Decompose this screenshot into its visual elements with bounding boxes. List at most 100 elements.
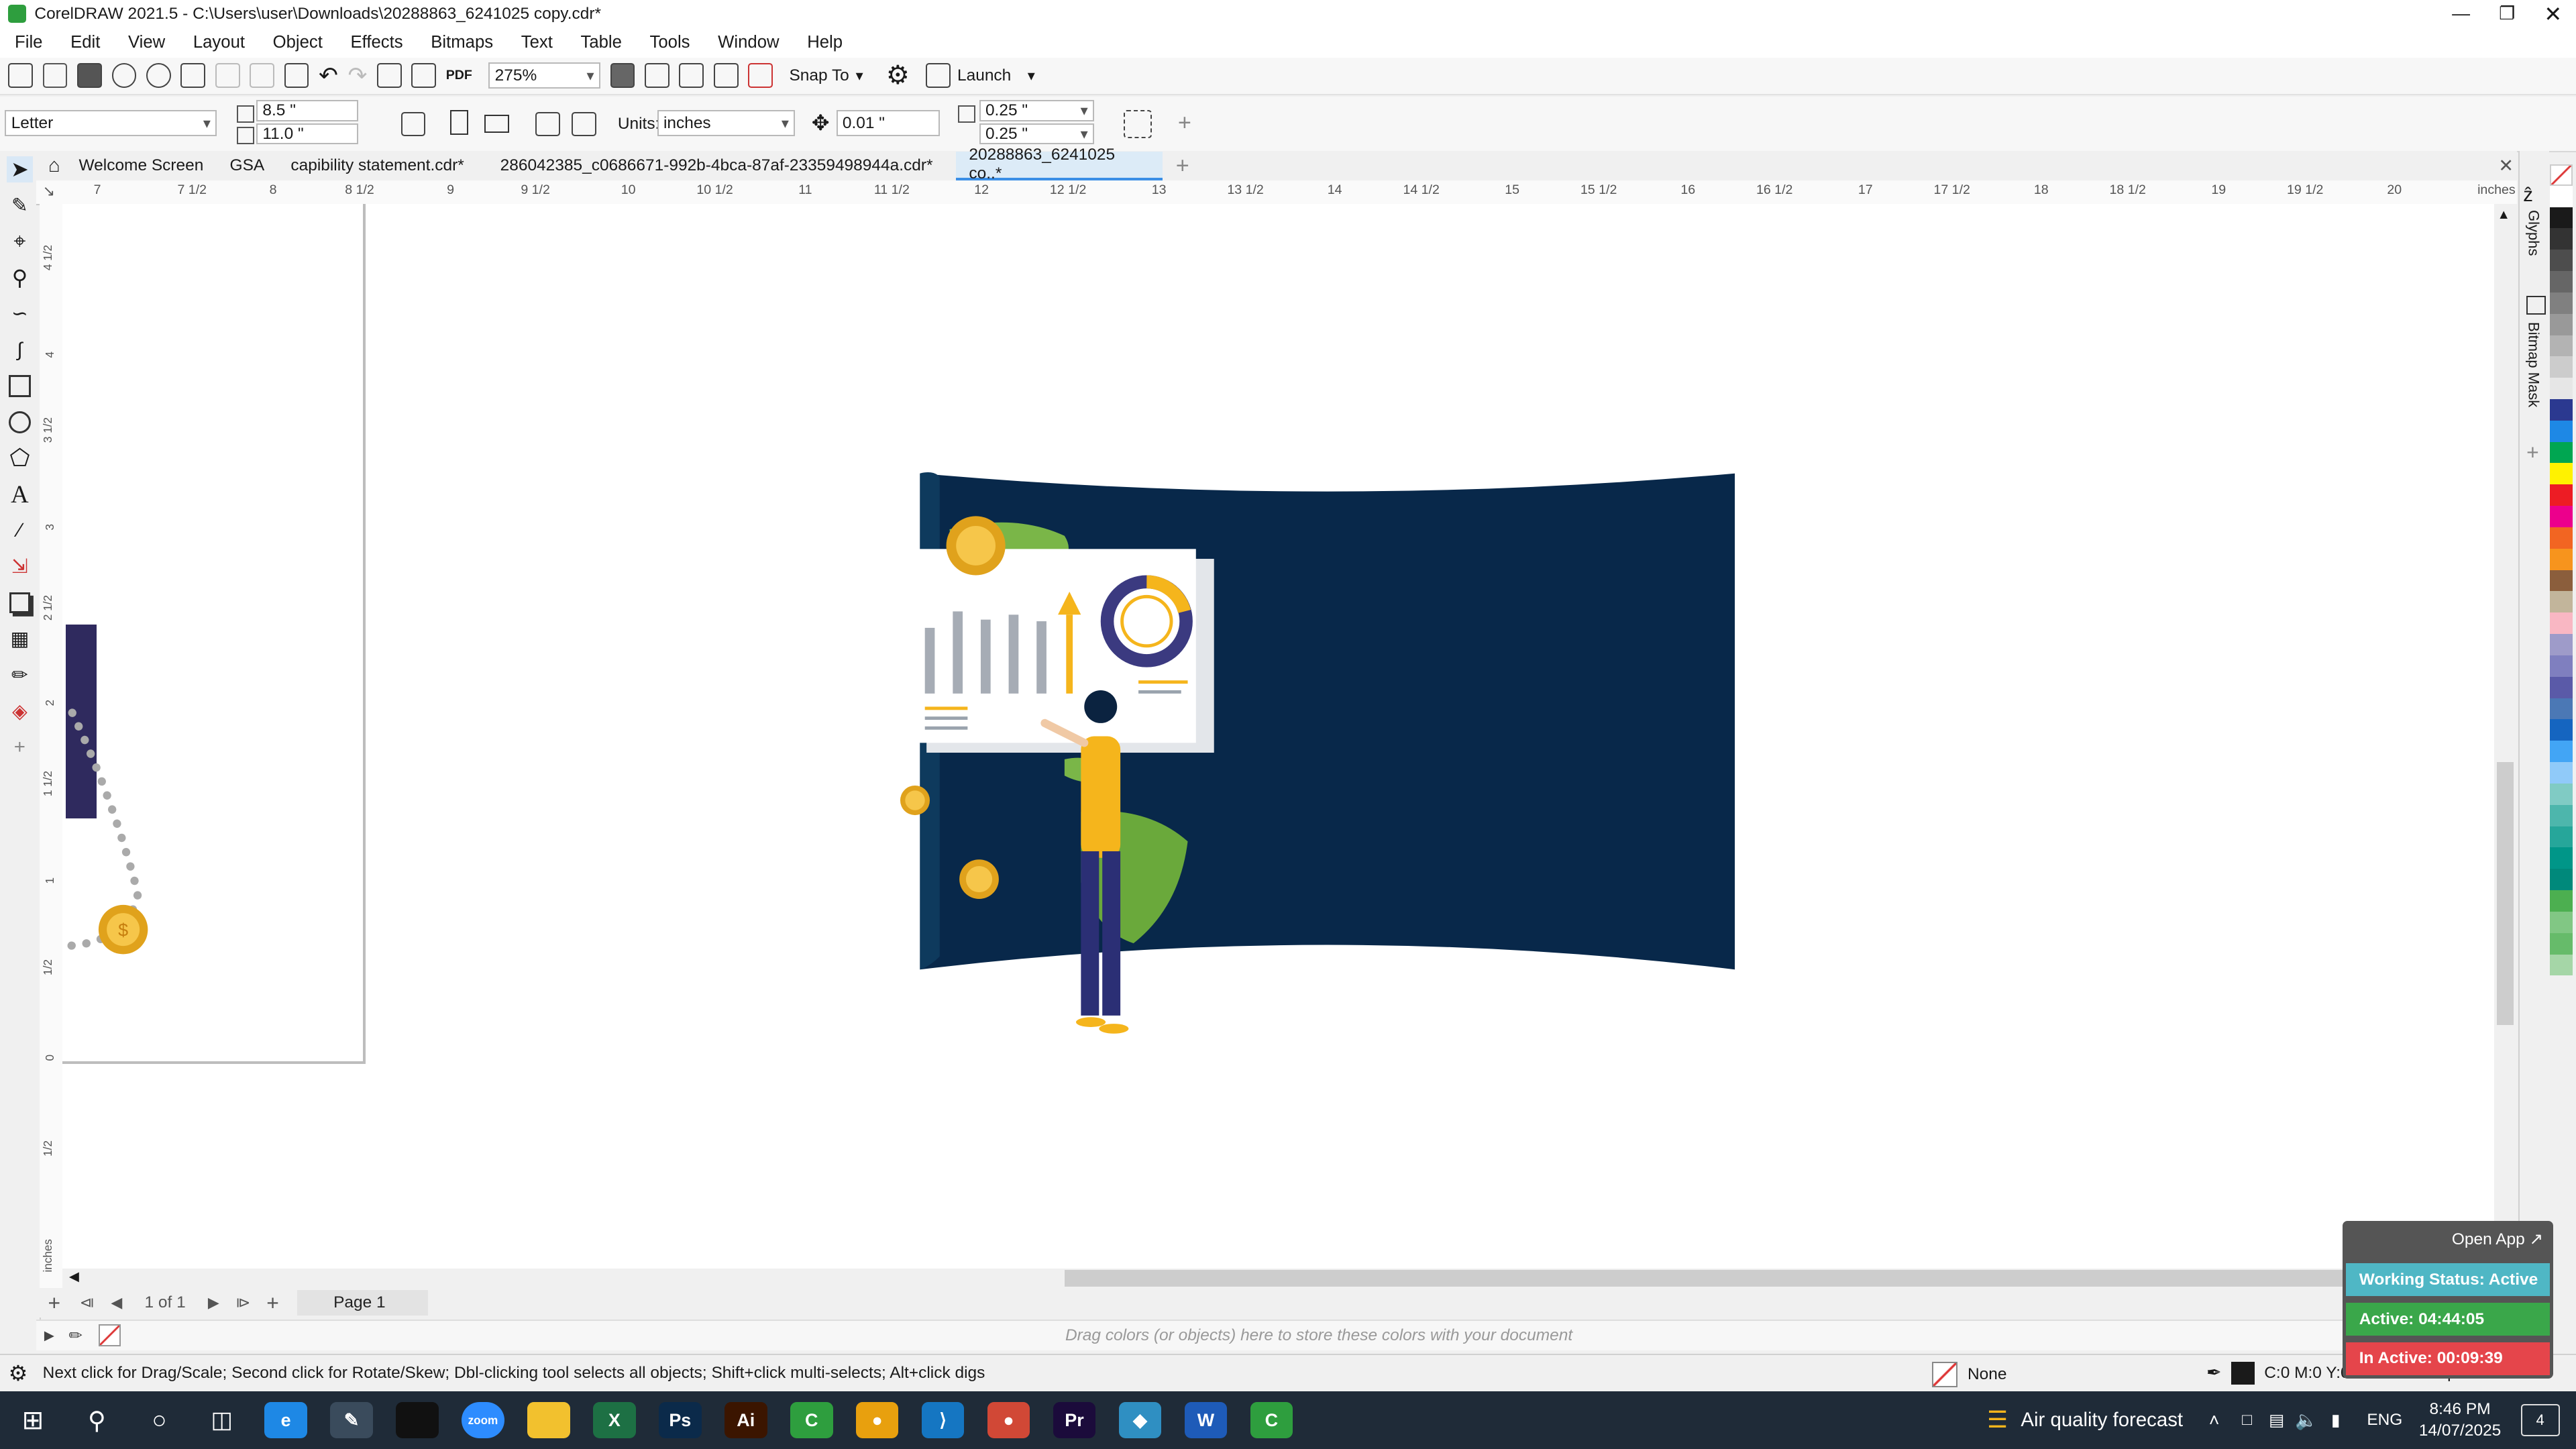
open-app-link[interactable]: Open App ↗: [2452, 1229, 2543, 1249]
drop-shadow-icon[interactable]: [7, 590, 33, 616]
ellipse-tool-icon[interactable]: [7, 409, 33, 435]
search-icon[interactable]: ⚲: [66, 1406, 128, 1435]
add-docker-icon[interactable]: +: [2526, 440, 2539, 465]
taskbar-app-zoom[interactable]: zoom: [462, 1402, 504, 1439]
vertical-ruler[interactable]: 4 1/2 4 3 1/2 3 2 1/2 2 1 1/2 1 1/2 0 1/…: [39, 203, 64, 1288]
shape-tool-icon[interactable]: ✎: [7, 193, 33, 219]
language-indicator[interactable]: ENG: [2367, 1411, 2402, 1430]
save-icon[interactable]: [77, 63, 102, 89]
color-swatch[interactable]: [2549, 292, 2573, 314]
color-swatch[interactable]: [2549, 612, 2573, 635]
palette-no-color-icon[interactable]: [98, 1324, 121, 1347]
color-swatch[interactable]: [2549, 420, 2573, 442]
menu-text[interactable]: Text: [506, 33, 566, 52]
taskbar-app-coreldraw[interactable]: C: [790, 1402, 833, 1439]
color-swatch[interactable]: [2549, 676, 2573, 698]
taskbar-app-coreldraw2[interactable]: C: [1250, 1402, 1293, 1439]
rectangle-tool-icon[interactable]: [7, 373, 33, 399]
color-swatch[interactable]: [2549, 356, 2573, 378]
pick-tool-icon[interactable]: ➤: [6, 156, 33, 182]
last-page-icon[interactable]: ⧐: [228, 1294, 258, 1311]
new-document-icon[interactable]: [8, 63, 33, 89]
taskbar-app-photoshop[interactable]: Ps: [658, 1402, 702, 1439]
color-swatch[interactable]: [2549, 506, 2573, 527]
paste-icon[interactable]: [284, 63, 309, 89]
taskbar-app-illustrator[interactable]: Ai: [724, 1402, 767, 1439]
color-swatch[interactable]: [2549, 719, 2573, 741]
page-1-tab[interactable]: Page 1: [297, 1290, 429, 1316]
docker-tab-glyphs[interactable]: Glyphs: [2525, 210, 2542, 256]
menu-view[interactable]: View: [113, 33, 178, 52]
color-swatch[interactable]: [2549, 335, 2573, 357]
color-swatch[interactable]: [2549, 570, 2573, 592]
page-settings-icon[interactable]: [400, 111, 426, 137]
color-swatch[interactable]: [2549, 207, 2573, 229]
menu-object[interactable]: Object: [258, 33, 336, 52]
clock-date[interactable]: 14/07/2025: [2419, 1420, 2501, 1442]
color-swatch[interactable]: [2549, 441, 2573, 464]
portrait-icon[interactable]: [450, 110, 468, 135]
add-page-after-icon[interactable]: +: [258, 1291, 287, 1316]
color-swatch[interactable]: [2549, 591, 2573, 613]
ruler-origin-icon[interactable]: ↘: [43, 182, 55, 200]
color-swatch[interactable]: [2549, 655, 2573, 677]
restore-button[interactable]: ❐: [2484, 3, 2530, 24]
transparency-icon[interactable]: ▦: [7, 626, 33, 652]
color-swatch[interactable]: [2549, 804, 2573, 826]
color-swatch[interactable]: [2549, 185, 2573, 207]
taskbar-app-excel[interactable]: X: [593, 1402, 636, 1439]
interactive-fill-icon[interactable]: ◈: [7, 698, 33, 724]
menu-effects[interactable]: Effects: [336, 33, 417, 52]
bitmap-mask-icon[interactable]: [2526, 295, 2546, 315]
notification-icon[interactable]: 4: [2520, 1404, 2560, 1437]
task-view-icon[interactable]: ◫: [191, 1407, 253, 1434]
add-page-before-icon[interactable]: +: [36, 1291, 72, 1316]
full-screen-icon[interactable]: [644, 63, 669, 89]
show-guidelines-icon[interactable]: [713, 63, 739, 89]
scroll-up-icon[interactable]: ▲: [2497, 207, 2510, 223]
color-swatch[interactable]: [2549, 313, 2573, 335]
cut-icon[interactable]: [215, 63, 240, 89]
taskbar-app-app[interactable]: ◆: [1118, 1402, 1162, 1439]
menu-bitmaps[interactable]: Bitmaps: [416, 33, 506, 52]
color-swatch[interactable]: [2549, 826, 2573, 848]
horizontal-scroll-thumb[interactable]: [1064, 1270, 2379, 1287]
color-swatch[interactable]: [2549, 698, 2573, 720]
color-swatch[interactable]: [2549, 484, 2573, 506]
show-grid-icon[interactable]: [679, 63, 704, 89]
menu-tools[interactable]: Tools: [635, 33, 704, 52]
menu-layout[interactable]: Layout: [178, 33, 258, 52]
vertical-scrollbar[interactable]: ▲: [2493, 203, 2517, 1269]
add-icon[interactable]: +: [1178, 110, 1191, 136]
taskbar-app-chrome[interactable]: ●: [855, 1402, 899, 1439]
taskbar-app-edge[interactable]: e: [264, 1402, 307, 1439]
color-swatch[interactable]: [2549, 911, 2573, 933]
all-pages-icon[interactable]: [535, 111, 561, 137]
color-swatch[interactable]: [2549, 463, 2573, 485]
copy-icon[interactable]: [250, 63, 274, 89]
drawing-canvas[interactable]: $: [62, 203, 2494, 1269]
expand-palette-icon[interactable]: ▶: [36, 1328, 62, 1344]
color-swatch[interactable]: [2549, 869, 2573, 891]
landscape-icon[interactable]: [484, 115, 510, 133]
page-height-input[interactable]: 11.0 ": [256, 123, 358, 145]
nudge-distance-input[interactable]: 0.01 ": [836, 110, 940, 137]
menu-file[interactable]: File: [0, 33, 56, 52]
minimize-button[interactable]: —: [2438, 3, 2484, 24]
duplicate-x-input[interactable]: 0.25 ": [979, 100, 1095, 122]
color-swatch[interactable]: [2549, 228, 2573, 250]
tab-20288863-active[interactable]: 20288863_6241025 co..*: [955, 146, 1163, 182]
tab-286042385[interactable]: 286042385_c0686671-992b-4bca-87af-233594…: [487, 151, 946, 180]
close-button[interactable]: ✕: [2530, 1, 2576, 27]
cloud-upload-icon[interactable]: [111, 63, 137, 89]
color-swatch[interactable]: [2549, 954, 2573, 976]
current-page-icon[interactable]: [572, 111, 596, 137]
color-swatch[interactable]: [2549, 527, 2573, 549]
taskbar-app-pen[interactable]: ✎: [330, 1402, 373, 1439]
start-button[interactable]: ⊞: [0, 1405, 66, 1436]
tray-chevron-icon[interactable]: ˄: [2196, 1410, 2233, 1431]
no-color-swatch[interactable]: [2549, 164, 2573, 186]
color-swatch[interactable]: [2549, 548, 2573, 570]
cortana-icon[interactable]: ○: [128, 1406, 191, 1434]
color-swatch[interactable]: [2549, 399, 2573, 421]
